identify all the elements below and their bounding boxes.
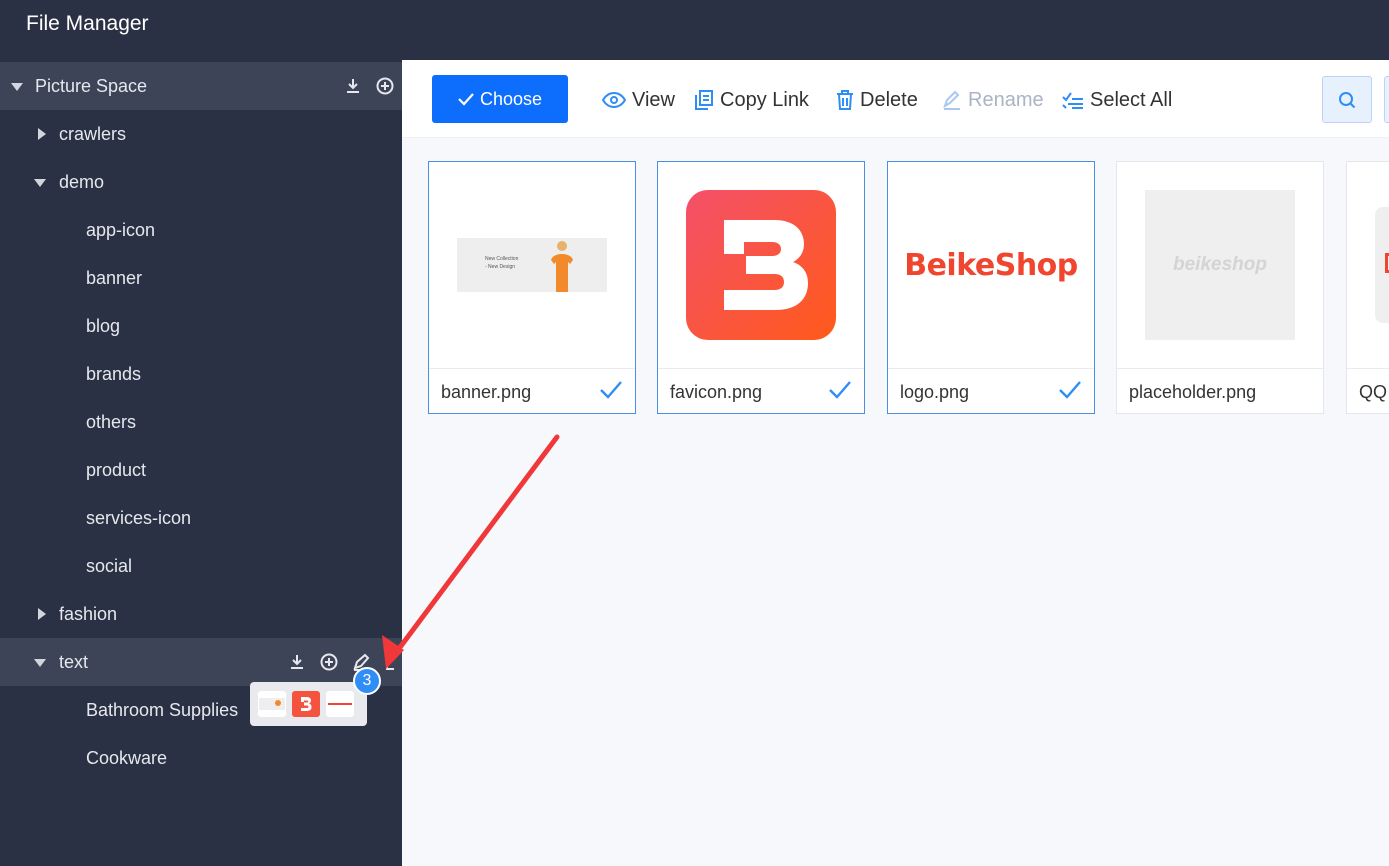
tree-item-label: demo — [59, 171, 105, 192]
banner-thumbnail-image: New Collection - New Design — [457, 238, 607, 292]
logo-thumbnail-text: BeikeShop — [904, 247, 1078, 283]
file-thumbnail: beikeshop — [1117, 162, 1323, 368]
delete-label: Delete — [860, 88, 918, 111]
selected-check-icon — [1059, 381, 1081, 399]
trash-icon — [837, 90, 853, 110]
tree-item-label: text — [59, 651, 89, 672]
copy-link-label: Copy Link — [720, 88, 809, 111]
file-card-placeholder[interactable]: beikeshop placeholder.png — [1116, 161, 1324, 414]
tree-root-picture-space[interactable]: Picture Space — [0, 62, 402, 110]
tree-item-app-icon[interactable]: app-icon — [0, 206, 402, 254]
file-card-qq[interactable]: QQ — [1346, 161, 1389, 414]
select-all-label: Select All — [1090, 88, 1173, 111]
tree-item-social[interactable]: social — [0, 542, 402, 590]
tree-item-product[interactable]: product — [0, 446, 402, 494]
placeholder-thumbnail: beikeshop — [1145, 190, 1295, 340]
tree-item-label: Bathroom Supplies — [86, 699, 239, 720]
eye-icon — [602, 92, 626, 108]
tree-item-label: others — [86, 411, 137, 432]
file-card-banner[interactable]: New Collection - New Design banner.png — [428, 161, 636, 414]
add-circle-icon[interactable] — [320, 653, 338, 671]
app-title: File Manager — [26, 12, 149, 35]
selected-check-icon — [829, 381, 851, 399]
tree-item-label: social — [86, 555, 133, 576]
choose-button[interactable]: Choose — [432, 75, 568, 123]
tree-item-label: brands — [86, 363, 142, 384]
download-icon[interactable] — [344, 77, 362, 95]
tree-item-label: Cookware — [86, 747, 168, 768]
caret-down-icon[interactable] — [34, 179, 46, 187]
add-circle-icon[interactable] — [376, 77, 394, 95]
file-thumbnail: New Collection - New Design — [429, 162, 635, 368]
search-button[interactable] — [1322, 76, 1372, 123]
tree-item-text[interactable]: text — [0, 638, 402, 686]
top-bar: File Manager — [0, 0, 1389, 60]
drag-thumb-favicon — [292, 691, 320, 717]
trash-icon[interactable] — [384, 653, 394, 671]
list-check-icon — [1062, 92, 1083, 109]
file-name: placeholder.png — [1117, 368, 1323, 413]
selected-check-icon — [600, 381, 622, 399]
copy-link-button[interactable]: Copy Link — [694, 86, 809, 114]
check-icon — [458, 93, 474, 106]
drag-thumb-banner — [258, 691, 286, 717]
tree-item-demo[interactable]: demo — [0, 158, 402, 206]
tree-item-others[interactable]: others — [0, 398, 402, 446]
copy-icon — [695, 90, 713, 110]
caret-down-icon[interactable] — [34, 659, 46, 667]
tree-item-label: app-icon — [86, 219, 156, 240]
file-name: QQ — [1347, 368, 1389, 413]
placeholder-thumbnail-text: beikeshop — [1173, 254, 1267, 275]
tree-item-label: banner — [86, 267, 143, 288]
rename-button[interactable]: Rename — [942, 86, 1044, 114]
file-card-logo[interactable]: BeikeShop logo.png — [887, 161, 1095, 414]
caret-right-icon[interactable] — [38, 608, 46, 620]
tree-root-label: Picture Space — [35, 75, 148, 96]
file-card-favicon[interactable]: favicon.png — [657, 161, 865, 414]
file-thumbnail — [658, 162, 864, 368]
view-button[interactable]: View — [602, 86, 675, 114]
select-all-button[interactable]: Select All — [1062, 86, 1172, 114]
search-icon — [1339, 91, 1356, 108]
file-thumbnail — [1347, 162, 1389, 368]
tree-item-label: fashion — [59, 603, 118, 624]
tree-item-fashion[interactable]: fashion — [0, 590, 402, 638]
delete-button[interactable]: Delete — [836, 86, 918, 114]
caret-down-icon[interactable] — [11, 83, 23, 91]
toolbar: Choose View Copy Link Delete Rename Sele… — [402, 60, 1389, 138]
qq-thumbnail — [1375, 207, 1389, 323]
edit-icon — [943, 90, 960, 110]
tree-item-banner[interactable]: banner — [0, 254, 402, 302]
drag-count-badge: 3 — [353, 667, 381, 695]
drag-preview — [250, 682, 367, 726]
tree-item-cookware[interactable]: Cookware — [0, 734, 402, 782]
folder-tree: Picture Space crawlers demo app-icon ban… — [0, 60, 402, 866]
favicon-b-logo-icon — [686, 190, 836, 340]
banner-line2: - New Design — [485, 264, 515, 270]
drag-thumb-logo — [326, 691, 354, 717]
tree-item-brands[interactable]: brands — [0, 350, 402, 398]
tree-item-label: crawlers — [59, 123, 127, 144]
file-thumbnail: BeikeShop — [888, 162, 1094, 368]
tree-item-label: blog — [86, 315, 121, 336]
choose-label: Choose — [479, 88, 543, 109]
tree-item-services-icon[interactable]: services-icon — [0, 494, 402, 542]
download-icon[interactable] — [288, 653, 306, 671]
banner-line1: New Collection — [485, 256, 519, 262]
tree-item-label: product — [86, 459, 147, 480]
toolbar-extra-button[interactable] — [1384, 76, 1389, 123]
root-actions — [344, 62, 394, 110]
rename-label: Rename — [968, 88, 1044, 111]
view-label: View — [632, 88, 675, 111]
tree-item-crawlers[interactable]: crawlers — [0, 110, 402, 158]
file-browser: Choose View Copy Link Delete Rename Sele… — [402, 60, 1389, 866]
caret-right-icon[interactable] — [38, 128, 46, 140]
tree-item-label: services-icon — [86, 507, 192, 528]
tree-item-blog[interactable]: blog — [0, 302, 402, 350]
